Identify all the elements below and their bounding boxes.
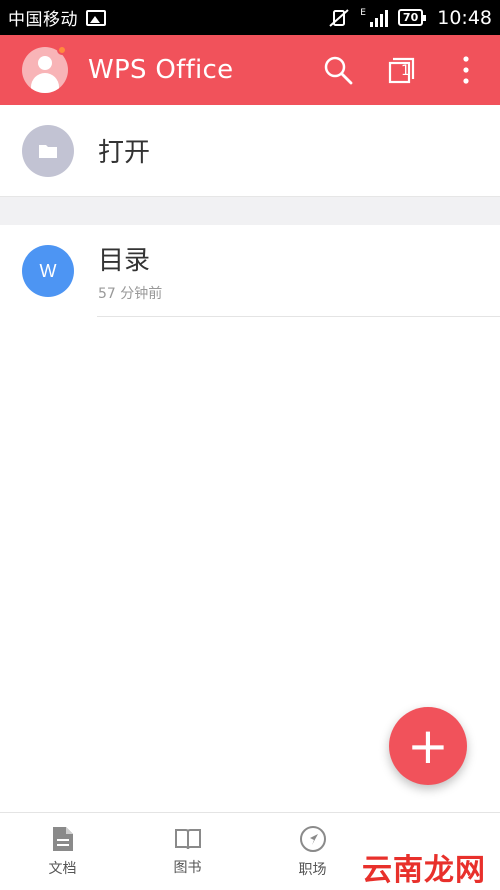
app-title: WPS Office (88, 55, 234, 85)
nav-label-books: 图书 (173, 859, 202, 876)
nav-item-documents[interactable]: 文档 (0, 813, 125, 890)
search-icon (324, 56, 353, 85)
carrier-name: 中国移动 (8, 10, 78, 30)
open-label: 打开 (98, 138, 151, 168)
tab-count: 1 (401, 63, 410, 79)
document-name: 目录 (98, 245, 151, 276)
folder-icon (39, 144, 57, 158)
tabs-button[interactable]: 1 (386, 54, 418, 86)
network-type: E (360, 7, 366, 18)
nav-item-books[interactable]: 图书 (125, 813, 250, 890)
folder-circle (22, 124, 74, 177)
clock: 10:48 (437, 6, 492, 29)
more-vertical-icon (463, 56, 469, 84)
document-icon (52, 826, 73, 851)
list-item[interactable]: W 目录 57 分钟前 (0, 225, 500, 317)
open-file-row[interactable]: 打开 (0, 105, 500, 197)
document-time: 57 分钟前 (98, 285, 163, 302)
compass-icon (299, 825, 326, 852)
nav-label-documents: 文档 (48, 860, 77, 877)
list-item-text: 目录 57 分钟前 (98, 240, 162, 303)
watermark-text: 云南龙网 (362, 853, 486, 888)
more-menu-button[interactable] (450, 54, 482, 86)
section-divider (0, 197, 500, 225)
vibrate-off-icon (329, 8, 349, 27)
app-bar: WPS Office 1 (0, 35, 500, 105)
image-notification-icon (86, 9, 106, 26)
book-icon (174, 828, 201, 849)
signal-icon: E (360, 7, 388, 27)
plus-icon: + (407, 717, 449, 775)
nav-label-career: 职场 (298, 861, 327, 878)
status-right: E 70 10:48 (328, 7, 492, 29)
app-bar-actions: 1 (322, 54, 482, 86)
status-bar: 中国移动 E 70 10:48 (0, 0, 500, 35)
word-doc-icon: W (39, 260, 57, 281)
battery-icon: 70 (397, 9, 427, 26)
search-button[interactable] (322, 54, 354, 86)
word-doc-circle: W (22, 245, 74, 297)
notification-dot (57, 45, 67, 55)
nav-item-career[interactable]: 职场 (250, 813, 375, 890)
add-new-button[interactable]: + (389, 707, 467, 785)
